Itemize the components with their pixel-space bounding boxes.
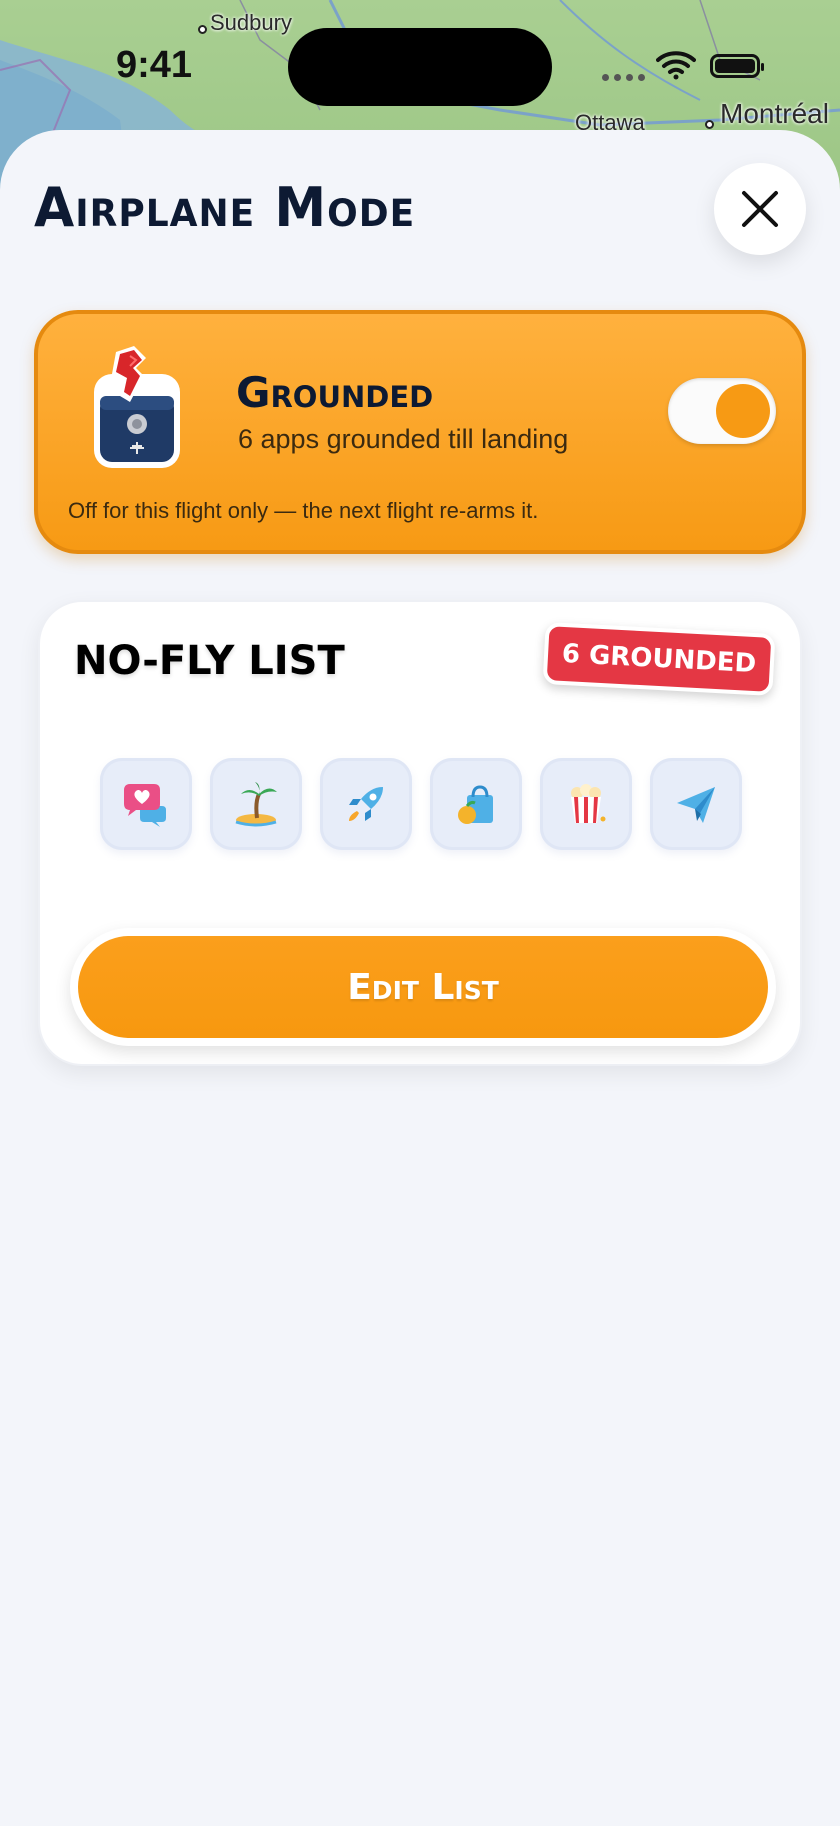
rocket-icon	[349, 787, 383, 821]
no-fly-list-title: NO-FLY LIST	[74, 638, 345, 684]
map-dot-sudbury	[198, 25, 207, 34]
status-time: 9:41	[116, 44, 193, 86]
chat-heart-icon	[124, 784, 166, 827]
island-palm-icon	[235, 782, 277, 827]
paper-plane-icon	[677, 787, 715, 823]
shopping-bag-icon	[458, 785, 493, 824]
grounded-apps-row	[100, 758, 750, 854]
map-label-sudbury: Sudbury	[210, 10, 292, 35]
signal-dot	[614, 74, 621, 81]
page-title: Airplane Mode	[34, 176, 416, 240]
map-dot-montreal	[705, 120, 714, 129]
popcorn-icon	[571, 784, 606, 823]
app-tile[interactable]	[650, 758, 742, 850]
edit-list-button-fill: Edit List	[78, 936, 768, 1038]
signal-dot	[626, 74, 633, 81]
grounded-note: Off for this flight only — the next flig…	[68, 498, 539, 523]
dynamic-island	[288, 28, 552, 106]
close-icon	[742, 191, 778, 227]
toggle-knob	[716, 384, 770, 438]
airplane-mode-sheet: Airplane Mode Grounded 6 apps grounded t…	[0, 130, 840, 1826]
no-fly-list-card: NO-FLY LIST 6 GROUNDED Edit List	[38, 600, 802, 1066]
app-tile[interactable]	[320, 758, 412, 850]
app-tile[interactable]	[210, 758, 302, 850]
app-tile[interactable]	[100, 758, 192, 850]
edit-list-label: Edit List	[347, 966, 499, 1008]
close-button[interactable]	[714, 163, 806, 255]
edit-list-button[interactable]: Edit List	[70, 928, 776, 1046]
app-tile[interactable]	[540, 758, 632, 850]
wifi-icon	[656, 51, 696, 80]
grounded-toggle[interactable]	[668, 378, 776, 444]
signal-dot	[602, 74, 609, 81]
signal-dot	[638, 74, 645, 81]
app-tile[interactable]	[430, 758, 522, 850]
grounded-title: Grounded	[236, 368, 434, 417]
grounded-count-badge: 6 GROUNDED	[542, 622, 776, 696]
grounded-card: Grounded 6 apps grounded till landing Of…	[34, 310, 806, 554]
grounded-subtitle: 6 apps grounded till landing	[238, 424, 569, 454]
map-label-montreal: Montréal	[720, 98, 829, 129]
toggle-switch-illustration-icon	[94, 346, 180, 468]
battery-icon	[710, 54, 764, 78]
